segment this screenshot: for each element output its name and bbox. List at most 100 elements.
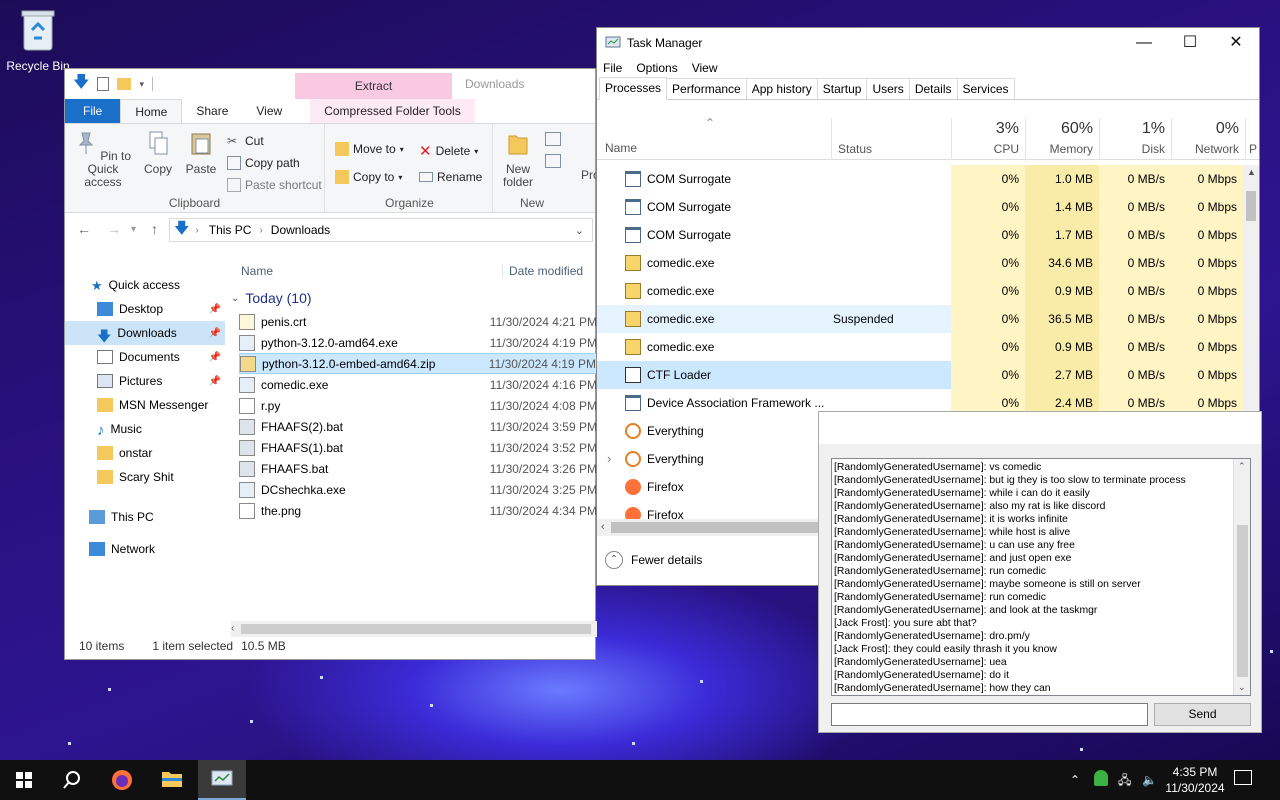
maximize-icon[interactable]: ☐ xyxy=(1167,28,1213,58)
pin-quick-access-button[interactable]: Pin to Quick access xyxy=(71,130,135,189)
notifications-button[interactable] xyxy=(1234,770,1252,800)
copy-button[interactable]: Copy xyxy=(141,130,175,176)
new-folder-button[interactable]: New folder xyxy=(499,130,537,189)
process-row[interactable]: comedic.exe 0% 0.9 MB 0 MB/s 0 Mbps xyxy=(597,277,1243,305)
file-row[interactable]: python-3.12.0-embed-amd64.zip 11/30/2024 … xyxy=(239,353,597,374)
dropdown-icon[interactable]: ▾ xyxy=(139,79,144,90)
fewer-details-button[interactable]: ⌃ Fewer details xyxy=(605,551,702,569)
down-arrow-icon[interactable]: 🡇 xyxy=(73,71,89,98)
group-header-today[interactable]: ⌄ Today (10) xyxy=(231,290,312,306)
tab-performance[interactable]: Performance xyxy=(666,78,747,99)
tray-app[interactable] xyxy=(1094,770,1108,790)
nav-item-downloads[interactable]: 🡇 Downloads 📌 xyxy=(65,321,225,345)
breadcrumb-downloads[interactable]: Downloads xyxy=(271,223,330,237)
column-header-power[interactable]: P xyxy=(1245,118,1259,160)
scroll-thumb[interactable] xyxy=(1246,191,1256,221)
file-row[interactable]: python-3.12.0-amd64.exe 11/30/2024 4:19 P… xyxy=(239,332,597,353)
process-row[interactable]: CTF Loader 0% 2.7 MB 0 MB/s 0 Mbps xyxy=(597,361,1243,389)
tab-processes[interactable]: Processes xyxy=(599,77,668,100)
recent-chevron-icon[interactable]: ▾ xyxy=(131,224,136,235)
scroll-up-icon[interactable]: ▲ xyxy=(1247,167,1256,177)
chat-message-input[interactable] xyxy=(831,703,1148,726)
tab-compressed-folder-tools[interactable]: Compressed Folder Tools xyxy=(310,99,475,123)
tab-services[interactable]: Services xyxy=(956,78,1015,99)
cut-button[interactable]: ✂ Cut xyxy=(227,134,264,148)
taskbar-firefox[interactable] xyxy=(98,760,146,800)
scroll-thumb[interactable] xyxy=(1237,525,1248,677)
nav-item-music[interactable]: ♪ Music xyxy=(65,417,225,441)
folder-icon[interactable] xyxy=(117,78,132,90)
scroll-left-icon[interactable]: ‹ xyxy=(601,521,605,533)
tab-startup[interactable]: Startup xyxy=(816,78,868,99)
paste-button[interactable]: Paste xyxy=(183,130,219,176)
search-button[interactable] xyxy=(48,760,96,800)
expand-chevron-icon[interactable]: › xyxy=(607,451,611,466)
taskbar-file-explorer[interactable] xyxy=(148,760,196,800)
forward-arrow-icon[interactable]: → xyxy=(107,221,121,237)
tab-share[interactable]: Share xyxy=(182,99,242,123)
file-row[interactable]: the.png 11/30/2024 4:34 PM xyxy=(239,500,597,521)
file-row[interactable]: FHAAFS(1).bat 11/30/2024 3:52 PM xyxy=(239,437,597,458)
recycle-bin[interactable]: Recycle Bin xyxy=(4,8,72,73)
process-row[interactable]: comedic.exe 0% 0.9 MB 0 MB/s 0 Mbps xyxy=(597,333,1243,361)
tab-view[interactable]: View xyxy=(242,99,296,123)
column-header-date[interactable]: Date modified xyxy=(502,264,583,278)
process-row[interactable]: COM Surrogate 0% 1.0 MB 0 MB/s 0 Mbps xyxy=(597,165,1243,193)
pin-icon[interactable]: 📌 xyxy=(209,328,221,339)
file-row[interactable]: penis.crt 11/30/2024 4:21 PM xyxy=(239,311,597,332)
file-row[interactable]: FHAAFS(2).bat 11/30/2024 3:59 PM xyxy=(239,416,597,437)
chat-scrollbar[interactable]: ⌃ ⌄ xyxy=(1233,459,1250,695)
tab-details[interactable]: Details xyxy=(908,78,958,99)
scroll-down-icon[interactable]: ⌄ xyxy=(1238,682,1246,693)
nav-item-msn-messenger[interactable]: MSN Messenger xyxy=(65,393,225,417)
nav-network[interactable]: Network xyxy=(65,537,225,561)
pin-icon[interactable]: 📌 xyxy=(209,304,221,315)
column-header-disk[interactable]: 1% Disk xyxy=(1099,118,1171,160)
start-button[interactable] xyxy=(0,760,48,800)
nav-item-desktop[interactable]: Desktop 📌 xyxy=(65,297,225,321)
menu-file[interactable]: File xyxy=(603,61,622,75)
scroll-up-icon[interactable]: ⌃ xyxy=(1238,461,1246,472)
column-header-network[interactable]: 0% Network xyxy=(1171,118,1245,160)
minimize-icon[interactable]: — xyxy=(1121,28,1167,58)
scroll-thumb[interactable] xyxy=(611,522,821,533)
chat-log[interactable]: [RandomlyGeneratedUsername]: vs comedic [… xyxy=(831,458,1251,696)
breadcrumb-this-pc[interactable]: This PC xyxy=(209,223,252,237)
process-row[interactable]: COM Surrogate 0% 1.4 MB 0 MB/s 0 Mbps xyxy=(597,193,1243,221)
paste-shortcut-button[interactable]: Paste shortcut xyxy=(227,178,322,192)
menu-view[interactable]: View xyxy=(692,61,718,75)
file-row[interactable]: r.py 11/30/2024 4:08 PM xyxy=(239,395,597,416)
properties-icon[interactable] xyxy=(97,77,110,91)
taskbar-task-manager[interactable] xyxy=(198,760,246,800)
nav-item-onstar[interactable]: onstar xyxy=(65,441,225,465)
easy-access-icon[interactable] xyxy=(545,154,561,168)
show-hidden-icons[interactable]: ⌃ xyxy=(1070,760,1080,800)
column-header-memory[interactable]: 60% Memory xyxy=(1025,118,1099,160)
move-to-button[interactable]: Move to ▾ xyxy=(335,142,404,156)
rename-button[interactable]: Rename xyxy=(419,170,482,184)
copy-to-button[interactable]: Copy to ▾ xyxy=(335,170,402,184)
horizontal-scrollbar[interactable]: ‹ xyxy=(597,519,827,536)
nav-item-documents[interactable]: Documents 📌 xyxy=(65,345,225,369)
copy-path-button[interactable]: Copy path xyxy=(227,156,300,170)
nav-item-scary-shit[interactable]: Scary Shit xyxy=(65,465,225,489)
file-row[interactable]: FHAAFS.bat 11/30/2024 3:26 PM xyxy=(239,458,597,479)
process-row[interactable]: COM Surrogate 0% 1.7 MB 0 MB/s 0 Mbps xyxy=(597,221,1243,249)
menu-options[interactable]: Options xyxy=(636,61,677,75)
file-row[interactable]: comedic.exe 11/30/2024 4:16 PM xyxy=(239,374,597,395)
tab-users[interactable]: Users xyxy=(866,78,910,99)
pin-icon[interactable]: 📌 xyxy=(209,352,221,363)
tray-network[interactable]: 🖧 xyxy=(1118,760,1131,800)
column-header-name[interactable]: Name xyxy=(605,141,637,155)
up-arrow-icon[interactable]: ↑ xyxy=(151,221,158,237)
nav-quick-access[interactable]: ★ Quick access xyxy=(65,273,225,297)
nav-item-pictures[interactable]: Pictures 📌 xyxy=(65,369,225,393)
column-header-cpu[interactable]: 3% CPU xyxy=(951,118,1025,160)
tab-file[interactable]: File xyxy=(65,99,121,123)
back-arrow-icon[interactable]: ← xyxy=(77,221,91,237)
file-row[interactable]: DCshechka.exe 11/30/2024 3:25 PM xyxy=(239,479,597,500)
column-header-name[interactable]: Name xyxy=(241,264,273,278)
new-item-icon[interactable] xyxy=(545,132,561,146)
delete-button[interactable]: ✕ Delete ▾ xyxy=(419,142,478,160)
send-button[interactable]: Send xyxy=(1154,703,1251,726)
